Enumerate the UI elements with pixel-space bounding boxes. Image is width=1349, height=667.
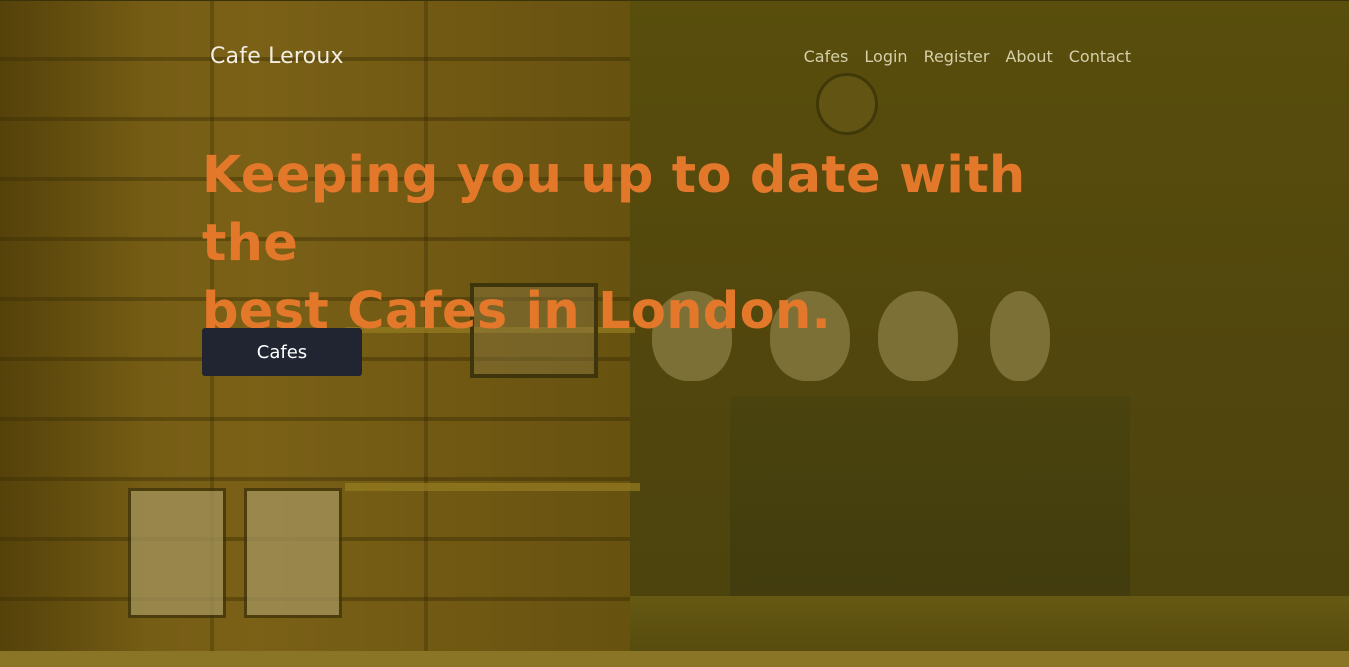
cafes-cta-button[interactable]: Cafes xyxy=(202,328,362,376)
nav-links: Cafes Login Register About Contact xyxy=(804,47,1131,66)
hero-headline-line-1: Keeping you up to date with the xyxy=(202,146,1026,273)
nav-link-about[interactable]: About xyxy=(1005,47,1052,66)
hero-headline: Keeping you up to date with the best Caf… xyxy=(202,142,1062,346)
brand-logo-link[interactable]: Cafe Leroux xyxy=(210,44,344,69)
nav-link-login[interactable]: Login xyxy=(864,47,907,66)
nav-link-cafes[interactable]: Cafes xyxy=(804,47,849,66)
footer-strip xyxy=(0,651,1349,667)
top-navbar: Cafe Leroux Cafes Login Register About C… xyxy=(0,0,1349,110)
nav-link-register[interactable]: Register xyxy=(924,47,990,66)
nav-link-contact[interactable]: Contact xyxy=(1069,47,1131,66)
